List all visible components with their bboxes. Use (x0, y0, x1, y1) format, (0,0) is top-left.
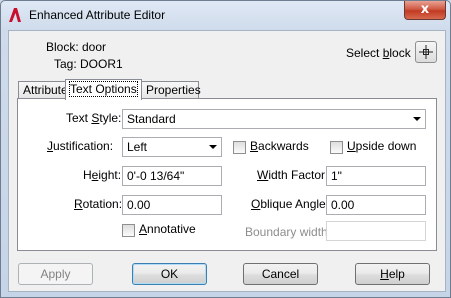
justification-value: Left (127, 140, 148, 154)
attribute-editor-dialog: Enhanced Attribute Editor x Block: door … (0, 0, 451, 298)
title-bar: Enhanced Attribute Editor x (1, 1, 450, 29)
oblique-angle-input[interactable]: 0.00 (326, 195, 426, 215)
justification-label: Justification: (47, 139, 114, 153)
width-factor-label: Width Factor: (257, 168, 329, 182)
backwards-checkbox[interactable] (233, 141, 246, 154)
upside-down-checkbox[interactable] (330, 141, 343, 154)
ok-button[interactable]: OK (132, 263, 207, 285)
select-block-button[interactable] (415, 41, 437, 63)
rotation-input[interactable]: 0.00 (122, 195, 222, 215)
oblique-angle-label: Oblique Angle: (251, 197, 330, 211)
text-style-value: Standard (127, 112, 176, 126)
select-block-label: Select block (346, 46, 411, 60)
annotative-label: Annotative (139, 222, 196, 236)
annotative-checkbox[interactable] (122, 224, 135, 237)
autocad-logo-icon (9, 8, 21, 22)
text-style-dropdown[interactable]: Standard (122, 109, 426, 129)
dialog-client-area: Block: door Tag: DOOR1 Select block Attr… (8, 30, 446, 292)
chevron-down-icon (413, 117, 421, 121)
apply-button[interactable]: Apply (18, 263, 93, 285)
upside-down-label: Upside down (347, 139, 417, 153)
help-button[interactable]: Help (355, 263, 430, 285)
close-icon: x (420, 2, 430, 17)
rotation-label: Rotation: (74, 197, 123, 211)
height-label: Height: (83, 168, 122, 182)
pick-crosshair-icon (419, 45, 433, 59)
backwards-label: Backwards (250, 139, 309, 153)
tab-text-options[interactable]: Text Options (65, 79, 142, 100)
height-input[interactable]: 0'-0 13/64" (122, 166, 222, 186)
chevron-down-icon (209, 145, 217, 149)
boundary-width-label: Boundary width: (245, 225, 332, 239)
block-name-label: Block: door (46, 40, 107, 54)
tab-attribute[interactable]: Attribute (18, 81, 68, 98)
width-factor-input[interactable]: 1" (326, 166, 426, 186)
tab-properties[interactable]: Properties (141, 81, 201, 98)
window-title: Enhanced Attribute Editor (29, 8, 166, 22)
cancel-button[interactable]: Cancel (243, 263, 318, 285)
close-button[interactable]: x (404, 1, 446, 20)
boundary-width-input[interactable] (326, 221, 426, 241)
text-style-label: Text Style: (66, 111, 122, 125)
text-options-panel: Text Style: Standard Justification: Left… (17, 98, 437, 251)
justification-dropdown[interactable]: Left (122, 137, 222, 157)
tag-name-label: Tag: DOOR1 (54, 57, 123, 71)
